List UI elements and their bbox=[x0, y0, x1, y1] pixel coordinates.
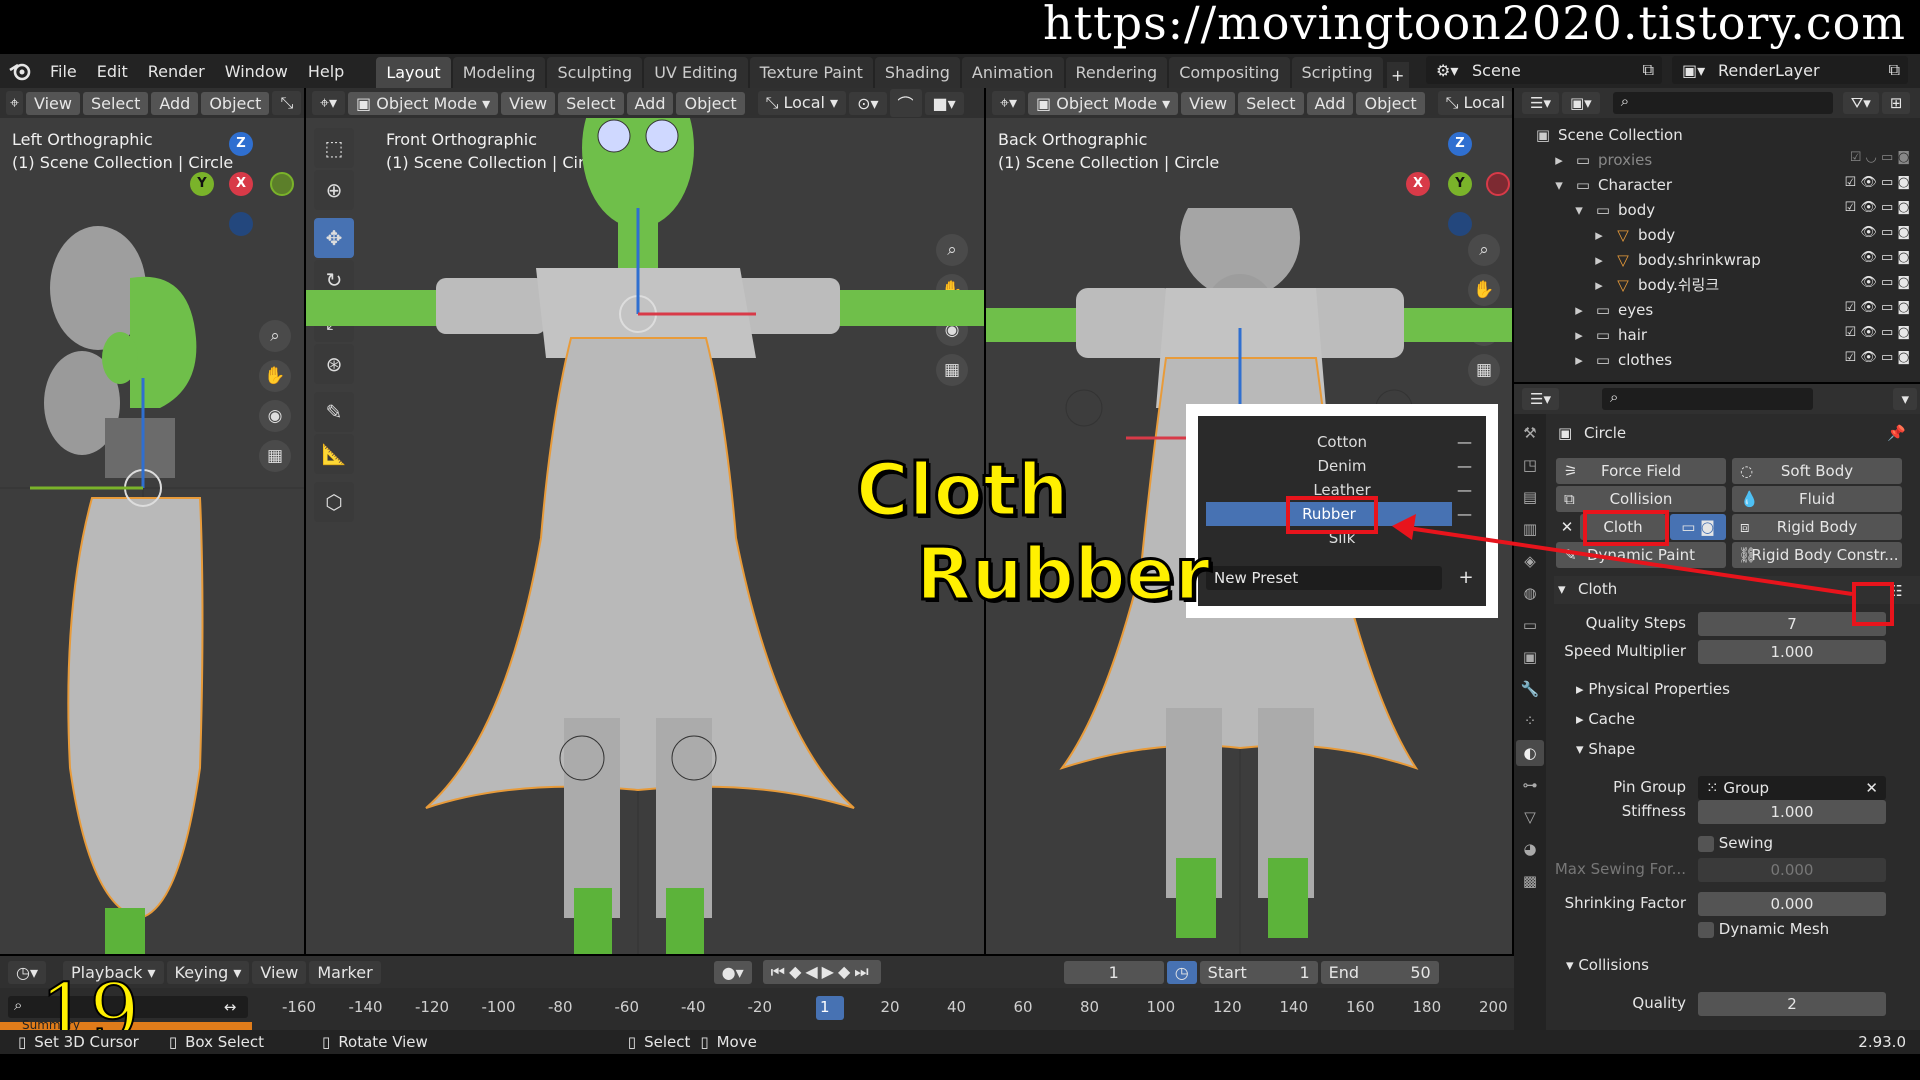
mouse-middle-icon: ▯ bbox=[322, 1033, 331, 1051]
playback-controls[interactable]: ⏮◆◀▶◆⏭ bbox=[762, 960, 881, 984]
timeline-tick: -160 bbox=[282, 998, 317, 1016]
preview-range-icon[interactable]: ◷ bbox=[1166, 960, 1197, 984]
timeline-tick: -140 bbox=[348, 998, 383, 1016]
caption-rubber: Rubber bbox=[914, 531, 1211, 618]
timeline-tick: 80 bbox=[1080, 998, 1100, 1016]
bottom-letterbox bbox=[0, 1054, 1920, 1080]
timeline-tick: 160 bbox=[1346, 998, 1375, 1016]
app-root: https://movingtoon2020.tistory.com File … bbox=[0, 0, 1920, 1080]
record-icon[interactable]: ●▾ bbox=[713, 960, 752, 984]
timeline-ruler[interactable]: ⌕ ↔ Summary -160 -140 -120 -100 -80 -60 -40 -20… bbox=[0, 988, 1514, 1032]
timeline-header: ◷▾ Playback ▾ Keying ▾ View Marker ●▾ ⏮◆… bbox=[0, 956, 1514, 988]
timeline-tick: 180 bbox=[1412, 998, 1442, 1016]
timeline-tick: 120 bbox=[1213, 998, 1242, 1016]
status-bar: ▯ Set 3D Cursor ▯ Box Select ▯ Rotate Vi… bbox=[0, 1030, 1920, 1054]
timeline-tick: -60 bbox=[614, 998, 640, 1016]
timeline-tick: -40 bbox=[681, 998, 706, 1016]
timeline-panel: ◷▾ Playback ▾ Keying ▾ View Marker ●▾ ⏮◆… bbox=[0, 956, 1514, 1032]
keying-menu[interactable]: Keying ▾ bbox=[166, 960, 250, 984]
keying-label: Keying bbox=[174, 962, 229, 982]
timeline-tick: 20 bbox=[880, 998, 900, 1016]
status-hint: Box Select bbox=[185, 1033, 265, 1051]
current-frame-field[interactable]: 1 bbox=[1063, 960, 1164, 984]
start-value: 1 bbox=[1299, 962, 1310, 982]
timeline-tick: -80 bbox=[548, 998, 573, 1016]
mouse-left-icon: ▯ bbox=[168, 1033, 178, 1051]
mouse-left-icon: ▯ bbox=[18, 1033, 27, 1051]
timeline-tick: 100 bbox=[1146, 998, 1176, 1016]
status-hint: Move bbox=[716, 1033, 757, 1051]
expand-channels-icon[interactable]: ↔ bbox=[214, 996, 246, 1018]
timeline-tick: -120 bbox=[415, 998, 450, 1016]
timeline-view-menu[interactable]: View bbox=[252, 960, 307, 984]
end-label: End bbox=[1328, 962, 1360, 982]
timeline-tick: 200 bbox=[1479, 998, 1508, 1016]
marker-menu[interactable]: Marker bbox=[309, 960, 381, 984]
end-value: 50 bbox=[1410, 962, 1431, 982]
status-hint: Set 3D Cursor bbox=[34, 1033, 139, 1051]
caption-cloth: Cloth bbox=[855, 447, 1071, 534]
start-label: Start bbox=[1207, 962, 1247, 982]
end-frame-field[interactable]: End 50 bbox=[1320, 960, 1439, 984]
timeline-tick: 1 bbox=[820, 998, 830, 1016]
timeline-tick: 40 bbox=[947, 998, 967, 1016]
status-hint: Select bbox=[644, 1033, 691, 1051]
blender-version: 2.93.0 bbox=[1858, 1033, 1906, 1051]
timeline-tick: 60 bbox=[1013, 998, 1033, 1016]
timeline-tick: -100 bbox=[481, 998, 516, 1016]
mouse-left-icon: ▯ bbox=[627, 1033, 637, 1051]
timeline-tick: -20 bbox=[747, 998, 773, 1016]
timeline-tick: 140 bbox=[1279, 998, 1309, 1016]
mouse-right-icon: ▯ bbox=[700, 1033, 709, 1051]
start-frame-field[interactable]: Start 1 bbox=[1199, 960, 1318, 984]
status-hint: Rotate View bbox=[338, 1033, 428, 1051]
